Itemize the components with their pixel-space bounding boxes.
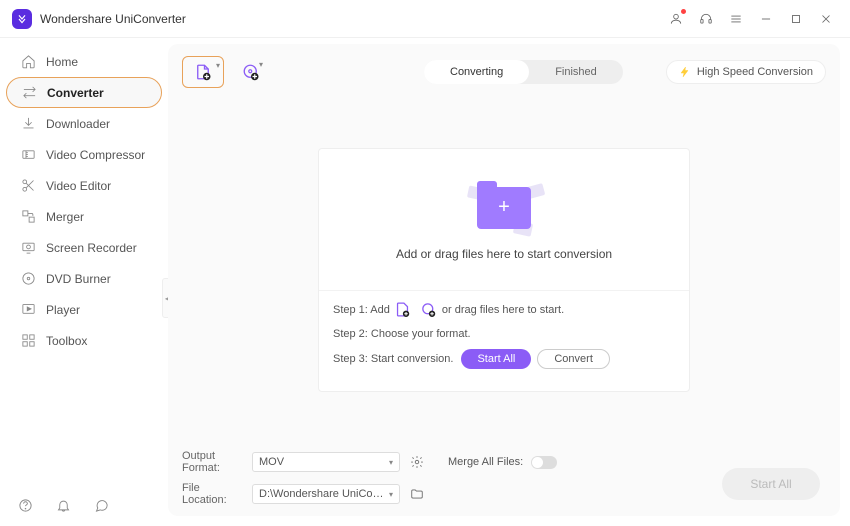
sidebar-item-label: Toolbox	[46, 334, 87, 348]
drop-zone[interactable]: + Add or drag files here to start conver…	[318, 148, 690, 392]
tab-finished[interactable]: Finished	[529, 60, 623, 84]
bell-icon[interactable]	[56, 498, 72, 514]
chevron-down-icon: ▾	[389, 490, 393, 499]
minimize-button[interactable]	[754, 7, 778, 31]
start-all-label: Start All	[750, 477, 791, 491]
sidebar-item-label: Merger	[46, 210, 84, 224]
start-all-button[interactable]: Start All	[722, 468, 820, 500]
step1-label2: or drag files here to start.	[442, 301, 564, 319]
step1-label: Step 1: Add	[333, 301, 390, 319]
convert-step-button[interactable]: Convert	[537, 349, 610, 369]
sidebar-item-merger[interactable]: Merger	[0, 201, 168, 232]
play-icon	[20, 302, 36, 318]
sidebar-item-converter[interactable]: Converter	[6, 77, 162, 108]
sidebar-item-recorder[interactable]: Screen Recorder	[0, 232, 168, 263]
sidebar-item-home[interactable]: Home	[0, 46, 168, 77]
close-button[interactable]	[814, 7, 838, 31]
chevron-down-icon: ▾	[389, 458, 393, 467]
sidebar: Home Converter Downloader Video Compress…	[0, 38, 168, 526]
output-format-label: Output Format:	[182, 450, 244, 474]
help-icon[interactable]	[18, 498, 34, 514]
conversion-tabs: Converting Finished	[424, 60, 623, 84]
download-icon	[20, 116, 36, 132]
sidebar-item-label: Screen Recorder	[46, 241, 137, 255]
step3-label: Step 3: Start conversion.	[333, 350, 453, 368]
file-location-value: D:\Wondershare UniConverter	[259, 488, 389, 500]
sidebar-item-label: Downloader	[46, 117, 110, 131]
sidebar-item-label: Video Compressor	[46, 148, 145, 162]
home-icon	[20, 54, 36, 70]
disc-icon	[20, 271, 36, 287]
open-folder-icon[interactable]	[408, 485, 426, 503]
sidebar-item-label: Home	[46, 55, 78, 69]
sidebar-item-downloader[interactable]: Downloader	[0, 108, 168, 139]
output-format-select[interactable]: MOV ▾	[252, 452, 400, 472]
converter-icon	[21, 85, 37, 101]
sidebar-item-dvd[interactable]: DVD Burner	[0, 263, 168, 294]
sidebar-item-compressor[interactable]: Video Compressor	[0, 139, 168, 170]
sidebar-item-editor[interactable]: Video Editor	[0, 170, 168, 201]
compressor-icon	[20, 147, 36, 163]
drop-text: Add or drag files here to start conversi…	[396, 247, 612, 261]
sidebar-item-toolbox[interactable]: Toolbox	[0, 325, 168, 356]
hsc-label: High Speed Conversion	[697, 66, 813, 78]
merge-toggle[interactable]	[531, 456, 557, 469]
merger-icon	[20, 209, 36, 225]
chevron-down-icon: ▾	[216, 61, 220, 70]
add-dvd-mini-icon	[420, 301, 438, 319]
grid-icon	[20, 333, 36, 349]
scissors-icon	[20, 178, 36, 194]
high-speed-conversion-button[interactable]: High Speed Conversion	[666, 60, 826, 84]
add-file-button[interactable]: ▾	[182, 56, 224, 88]
sidebar-item-player[interactable]: Player	[0, 294, 168, 325]
app-logo	[12, 9, 32, 29]
output-format-value: MOV	[259, 456, 284, 468]
folder-illustration: +	[464, 179, 544, 237]
menu-icon[interactable]	[724, 7, 748, 31]
recorder-icon	[20, 240, 36, 256]
app-title: Wondershare UniConverter	[40, 12, 186, 26]
merge-label: Merge All Files:	[448, 456, 523, 468]
file-location-select[interactable]: D:\Wondershare UniConverter ▾	[252, 484, 400, 504]
maximize-button[interactable]	[784, 7, 808, 31]
sidebar-item-label: Converter	[47, 86, 104, 100]
file-location-label: File Location:	[182, 482, 244, 506]
tab-converting[interactable]: Converting	[424, 60, 529, 84]
add-dvd-button[interactable]: ▾	[236, 56, 266, 88]
chevron-down-icon: ▾	[259, 60, 263, 69]
step2-label: Step 2: Choose your format.	[333, 325, 471, 343]
sidebar-item-label: DVD Burner	[46, 272, 111, 286]
headset-icon[interactable]	[694, 7, 718, 31]
sidebar-item-label: Player	[46, 303, 80, 317]
sidebar-item-label: Video Editor	[46, 179, 111, 193]
settings-icon[interactable]	[408, 453, 426, 471]
start-all-step-button[interactable]: Start All	[461, 349, 531, 369]
add-file-mini-icon	[394, 301, 412, 319]
chat-icon[interactable]	[94, 498, 110, 514]
user-icon[interactable]	[664, 7, 688, 31]
